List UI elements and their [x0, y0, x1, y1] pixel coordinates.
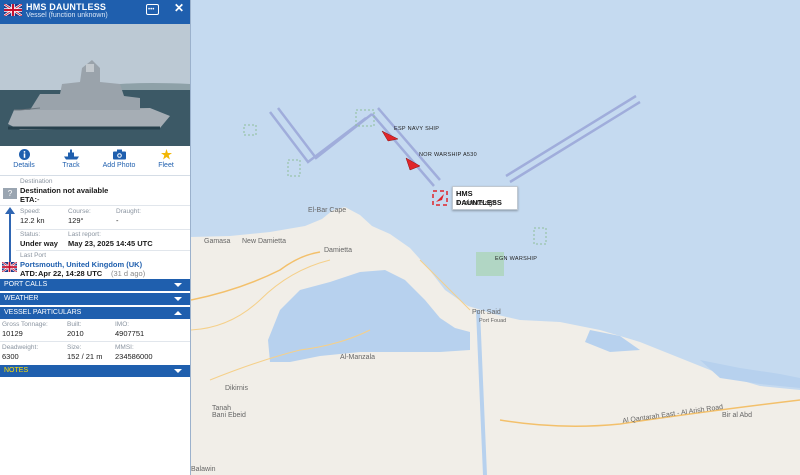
imo-label: IMO: — [115, 321, 130, 328]
eta-value: - — [37, 195, 40, 204]
size-label: Size: — [67, 344, 82, 351]
map-view[interactable]: ESP NAVY SHIP NOR WARSHIP A530 EGN WARSH… — [191, 0, 800, 475]
gross-tonnage-label: Gross Tonnage: — [2, 321, 48, 328]
ship-photo-icon — [0, 24, 190, 146]
vessel-type: Vessel (function unknown) — [26, 12, 108, 19]
section-label: WEATHER — [4, 295, 39, 302]
section-port-calls[interactable]: PORT CALLS — [0, 279, 190, 291]
section-vessel-particulars[interactable]: VESSEL PARTICULARS — [0, 307, 190, 319]
mmsi-label: MMSI: — [115, 344, 134, 351]
section-label: NOTES — [4, 367, 29, 374]
built-value: 2010 — [67, 329, 84, 338]
last-report-label: Last report: — [68, 231, 101, 238]
section-label: PORT CALLS — [4, 281, 48, 288]
built-label: Built: — [67, 321, 82, 328]
vessel-tabs: Details Track Add Photo Fleet — [0, 146, 190, 176]
vessel-name: HMS DAUNTLESS — [26, 2, 107, 12]
chat-icon[interactable]: ••• — [146, 4, 159, 15]
section-weather[interactable]: WEATHER — [0, 293, 190, 305]
vessel-info-panel: HMS DAUNTLESS Vessel (function unknown) … — [0, 0, 191, 475]
chevron-down-icon — [174, 297, 182, 301]
ship-label-esp[interactable]: ESP NAVY SHIP — [394, 126, 439, 132]
last-port-link[interactable]: Portsmouth, United Kingdom (UK) — [20, 260, 142, 269]
uk-flag-icon — [2, 262, 17, 272]
status-value: Under way — [20, 239, 58, 248]
track-line — [9, 210, 11, 265]
atd-ago: (31 d ago) — [111, 269, 146, 278]
speed-label: Speed: — [20, 208, 41, 215]
place-label: Port Said — [472, 309, 501, 316]
divider — [16, 250, 190, 251]
mmsi-value: 234586000 — [115, 352, 153, 361]
section-label: VESSEL PARTICULARS — [4, 309, 82, 316]
course-label: Course: — [68, 208, 91, 215]
chevron-down-icon — [174, 283, 182, 287]
status-label: Status: — [20, 231, 41, 238]
uk-flag-icon — [4, 4, 22, 16]
place-label: Al-Manzala — [340, 354, 376, 361]
draught-value: - — [116, 216, 119, 225]
atd-label: ATD: — [20, 269, 38, 278]
tab-details[interactable]: Details — [2, 149, 46, 169]
deadweight-label: Deadweight: — [2, 344, 39, 351]
size-value: 152 / 21 m — [67, 352, 103, 361]
place-label: Damietta — [324, 247, 353, 254]
deadweight-value: 6300 — [2, 352, 19, 361]
destination-block: ? Destination Destination not available … — [0, 178, 190, 206]
draught-label: Draught: — [116, 208, 141, 215]
track-icon — [63, 149, 79, 160]
tab-add-photo[interactable]: Add Photo — [97, 149, 141, 169]
divider — [16, 229, 190, 230]
place-label: Dikirnis — [225, 385, 248, 392]
place-label: Balawin — [191, 466, 216, 473]
place-label: Tanah — [212, 405, 232, 412]
place-label: Port Fouad — [479, 318, 507, 324]
imo-value: 4907751 — [115, 329, 145, 338]
tab-label: Add Photo — [102, 162, 136, 169]
star-icon — [160, 149, 172, 160]
info-icon — [18, 149, 30, 160]
tab-label: Track — [62, 162, 80, 169]
section-notes[interactable]: NOTES — [0, 365, 190, 377]
camera-icon — [112, 149, 126, 160]
course-value: 129° — [68, 216, 84, 225]
vessel-popup[interactable]: HMS DAUNTLESS 1 minute ago — [452, 186, 518, 210]
place-label: Bir al Abd — [722, 412, 752, 419]
place-label: New Damietta — [242, 238, 286, 245]
track-arrow-icon — [5, 207, 15, 214]
speed-value: 12.2 kn — [20, 216, 45, 225]
chevron-down-icon — [174, 369, 182, 373]
tab-label: Details — [13, 162, 35, 169]
close-icon[interactable]: ✕ — [172, 1, 186, 15]
destination-label: Destination — [20, 178, 53, 185]
last-port-label: Last Port — [20, 252, 47, 259]
eta-label: ETA: — [20, 195, 37, 204]
panel-header: HMS DAUNTLESS Vessel (function unknown) … — [0, 0, 190, 24]
destination-value: Destination not available — [20, 186, 109, 195]
selected-vessel-marker[interactable] — [430, 188, 450, 208]
tab-fleet[interactable]: Fleet — [144, 149, 188, 169]
tab-label: Fleet — [158, 162, 174, 169]
place-label: Bani Ebeid — [212, 412, 246, 419]
chevron-up-icon — [174, 311, 182, 315]
atd-value: Apr 22, 14:28 UTC — [38, 269, 103, 278]
ship-label-nor[interactable]: NOR WARSHIP A530 — [419, 152, 477, 158]
popup-time: 1 minute ago — [456, 200, 497, 207]
unknown-destination-icon: ? — [3, 188, 17, 199]
place-label: El-Bar Cape — [308, 207, 347, 214]
tab-track[interactable]: Track — [49, 149, 93, 169]
ship-label-egn[interactable]: EGN WARSHIP — [495, 256, 537, 262]
vessel-photo[interactable] — [0, 24, 190, 146]
last-report-value: May 23, 2025 14:45 UTC — [68, 239, 153, 248]
gross-tonnage-value: 10129 — [2, 329, 23, 338]
place-label: Gamasa — [204, 238, 231, 245]
divider — [0, 341, 190, 342]
